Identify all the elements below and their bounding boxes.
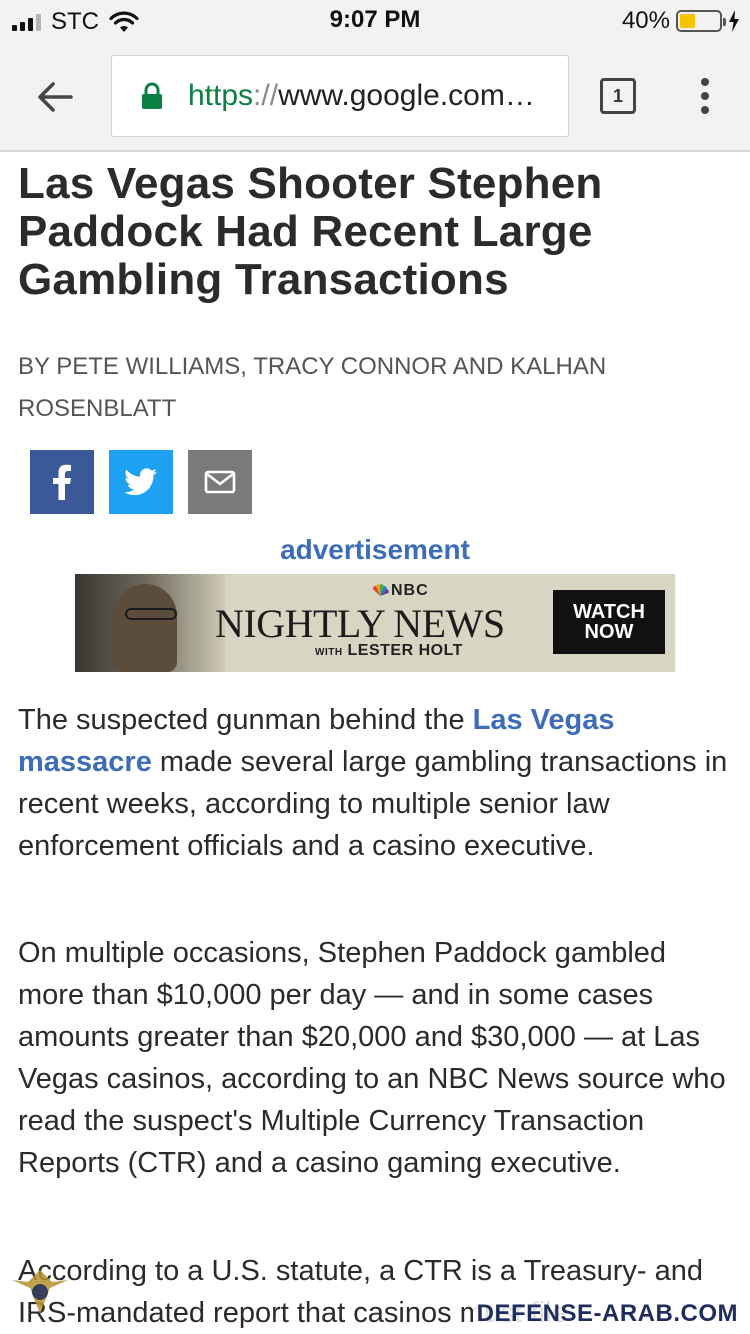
status-right: 40% xyxy=(622,7,740,35)
ad-subtitle-text: LESTER HOLT xyxy=(347,642,463,659)
facebook-share-button[interactable] xyxy=(30,450,94,514)
ad-brand-text: NBC xyxy=(391,582,429,599)
ad-photo xyxy=(75,574,225,672)
ad-subtitle-prefix: WITH xyxy=(315,647,343,658)
email-share-button[interactable] xyxy=(188,450,252,514)
browser-toolbar: https://www.google.com… 1 xyxy=(0,40,750,152)
menu-dot-icon xyxy=(701,106,709,114)
back-arrow-icon xyxy=(38,82,73,112)
email-icon xyxy=(204,470,236,494)
watermark-text: DEFENSE-ARAB.COM xyxy=(472,1300,742,1328)
article-paragraph-2: On multiple occasions, Stephen Paddock g… xyxy=(18,937,726,1179)
url-text: https://www.google.com… xyxy=(188,79,560,113)
charging-bolt-icon xyxy=(729,10,739,32)
advertisement-label: advertisement xyxy=(280,534,470,565)
twitter-share-button[interactable] xyxy=(109,450,173,514)
url-separator: :// xyxy=(253,79,279,112)
lock-icon xyxy=(142,82,162,109)
battery-level-fill xyxy=(680,14,695,28)
ad-brand: NBC xyxy=(371,582,429,600)
ad-title: NIGHTLY NEWS xyxy=(215,601,505,646)
watch-now-button[interactable]: WATCH NOW xyxy=(553,590,665,654)
paragraph-text: The suspected gunman behind the xyxy=(18,704,473,736)
menu-dot-icon xyxy=(701,92,709,100)
back-button[interactable] xyxy=(30,72,80,122)
share-buttons xyxy=(30,450,252,514)
menu-dot-icon xyxy=(701,78,709,86)
twitter-icon xyxy=(124,468,157,496)
facebook-icon xyxy=(53,464,71,500)
article-byline: BY PETE WILLIAMS, TRACY CONNOR AND KALHA… xyxy=(18,353,607,422)
url-host: www.google.com… xyxy=(278,79,535,112)
ad-subtitle: WITH LESTER HOLT xyxy=(315,642,463,660)
article-paragraph-1: The suspected gunman behind the Las Vega… xyxy=(18,699,732,867)
battery-icon xyxy=(676,10,726,32)
nbc-peacock-icon xyxy=(372,584,389,596)
url-scheme: https xyxy=(188,79,254,112)
article-headline: Las Vegas Shooter Stephen Paddock Had Re… xyxy=(18,159,603,304)
nbc-nightly-news-ad[interactable]: NBC NIGHTLY NEWS WITH LESTER HOLT WATCH … xyxy=(75,574,675,672)
status-bar: STC 9:07 PM 40% xyxy=(0,0,750,40)
battery-percentage: 40% xyxy=(621,7,670,34)
tab-switcher-button[interactable]: 1 xyxy=(600,78,636,114)
watermark-logo xyxy=(12,1270,68,1314)
address-bar[interactable]: https://www.google.com… xyxy=(111,55,569,137)
overflow-menu-button[interactable] xyxy=(690,76,720,116)
